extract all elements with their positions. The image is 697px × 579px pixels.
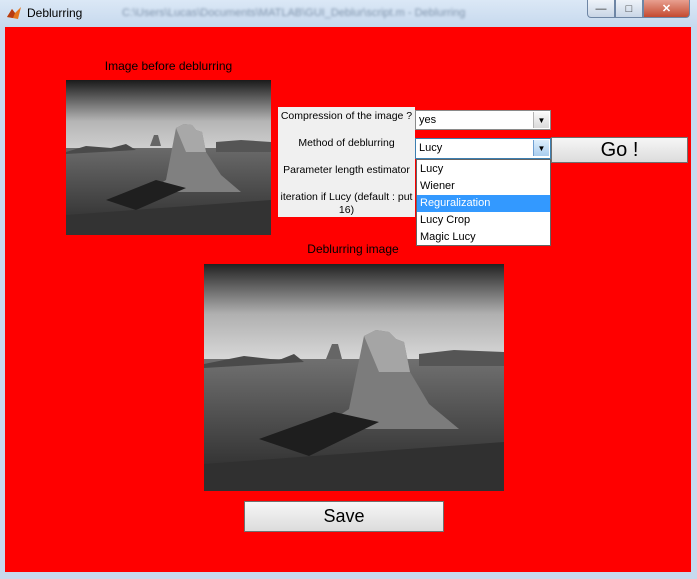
method-value: Lucy [419,142,443,154]
title-bar[interactable]: Deblurring C:\Users\Lucas\Documents\MATL… [0,0,697,28]
parameter-panel: Compression of the image ? Method of deb… [278,107,415,217]
maximize-button[interactable]: □ [615,0,643,18]
chevron-down-icon[interactable]: ▼ [533,140,549,156]
window-title: Deblurring [27,6,83,20]
compression-select[interactable]: yes ▼ [415,110,551,130]
maximize-icon: □ [625,2,633,15]
option-wiener[interactable]: Wiener [417,178,550,195]
compression-label: Compression of the image ? [280,110,413,122]
go-button[interactable]: Go ! [551,137,688,163]
save-button[interactable]: Save [244,501,444,532]
window-border-bottom [0,572,697,579]
param-label: Parameter length estimator [283,164,410,176]
method-dropdown-list: Lucy Wiener Reguralization Lucy Crop Mag… [416,159,551,246]
option-magic-lucy[interactable]: Magic Lucy [417,229,550,246]
window-path: C:\Users\Lucas\Documents\MATLAB\GUI_Debl… [122,7,466,19]
close-icon: ✕ [661,3,672,15]
method-select[interactable]: Lucy ▼ [415,138,551,159]
minimize-icon: — [595,2,607,15]
iteration-label: iteration if Lucy (default : put 16) [280,191,413,216]
option-regularization[interactable]: Reguralization [417,195,550,212]
compression-value: yes [419,114,437,126]
before-image-label: Image before deblurring [104,59,233,73]
after-image-label: Deblurring image [307,242,399,256]
matlab-icon [7,7,21,19]
close-button[interactable]: ✕ [643,0,690,18]
window-border-right [691,27,697,579]
option-lucy-crop[interactable]: Lucy Crop [417,212,550,229]
chevron-down-icon[interactable]: ▼ [533,112,549,128]
deblurred-image [204,264,504,491]
method-label: Method of deblurring [298,137,395,149]
option-lucy[interactable]: Lucy [417,161,550,178]
minimize-button[interactable]: — [587,0,615,18]
before-image [66,80,271,235]
